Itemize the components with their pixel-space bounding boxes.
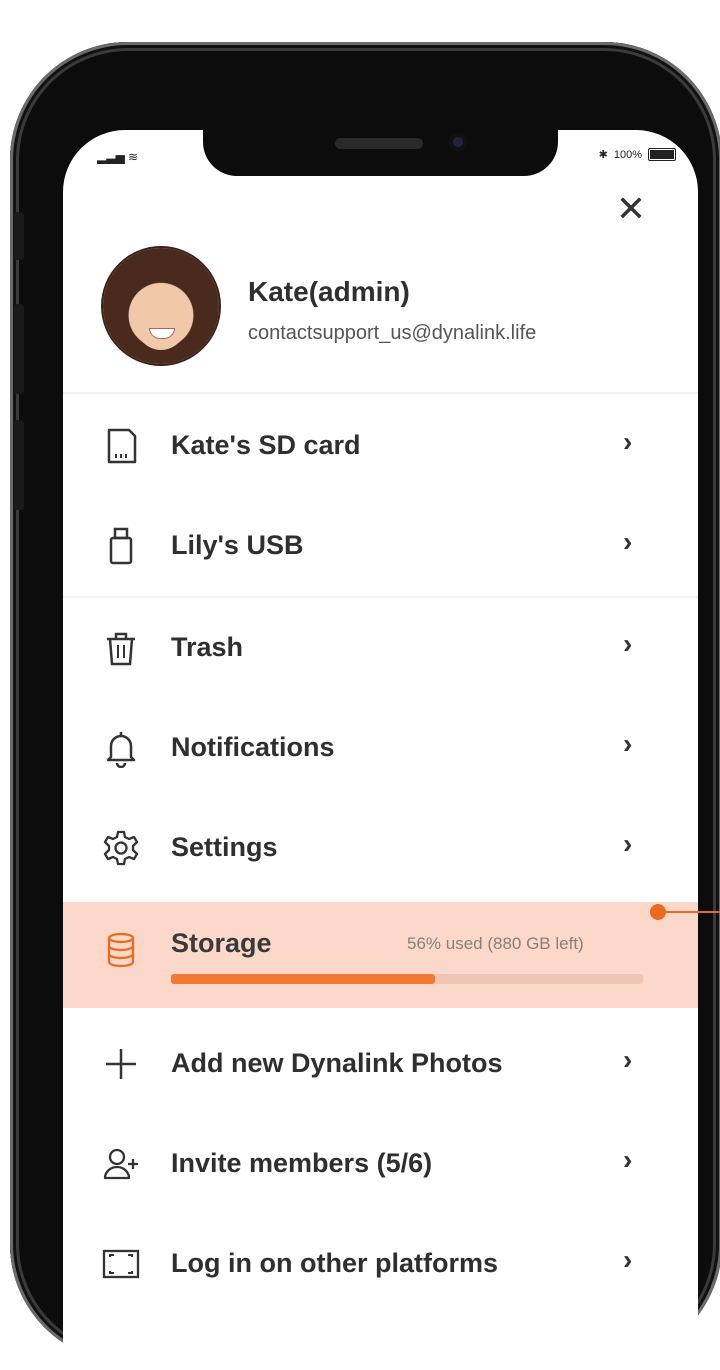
volume-down-button	[14, 420, 24, 510]
chevron-right-icon: ›	[623, 1244, 633, 1275]
database-icon	[107, 932, 135, 968]
gear-icon	[103, 830, 139, 866]
wifi-icon: ≋	[128, 150, 139, 164]
menu-item-notifications[interactable]: Notifications ›	[63, 698, 698, 798]
mute-switch	[14, 212, 24, 260]
menu-item-label: Storage	[171, 928, 272, 958]
menu-item-label: Trash	[171, 632, 244, 662]
front-camera	[449, 133, 467, 151]
menu-item-sd-card[interactable]: Kate's SD card ›	[63, 396, 698, 496]
chevron-right-icon: ›	[623, 1044, 633, 1075]
add-user-icon	[103, 1148, 138, 1180]
menu-item-label: Log in on other platforms	[171, 1248, 498, 1278]
volume-up-button	[14, 304, 24, 394]
battery-icon	[648, 148, 676, 161]
bluetooth-icon: ✱	[598, 149, 608, 161]
menu-item-label: Notifications	[171, 732, 335, 762]
battery-percent: 100%	[613, 148, 642, 161]
menu-item-label: Lily's USB	[171, 530, 304, 560]
menu-item-settings[interactable]: Settings ›	[63, 798, 698, 898]
status-bar-left: ▂▃▅ ≋	[97, 150, 138, 164]
divider	[63, 392, 698, 394]
avatar-face	[133, 284, 189, 350]
chevron-right-icon: ›	[623, 1144, 633, 1175]
sd-card-icon	[107, 428, 137, 464]
menu-item-usb[interactable]: Lily's USB ›	[63, 496, 698, 596]
menu-item-label: Add new Dynalink Photos	[171, 1048, 503, 1078]
storage-usage-text: 56% used (880 GB left)	[407, 934, 584, 953]
user-email: contactsupport_us@dynalink.life	[248, 322, 537, 344]
storage-progress-track	[171, 974, 643, 984]
menu-item-label: Kate's SD card	[171, 430, 361, 460]
plus-icon	[106, 1049, 136, 1079]
phone-frame: ▂▃▅ ≋ ✱ 100% ✕ Kate(admin) contactsuppor…	[10, 42, 720, 1370]
avatar[interactable]	[103, 248, 219, 364]
user-name: Kate(admin)	[248, 276, 410, 307]
signal-icon: ▂▃▅	[97, 150, 125, 164]
storage-progress-fill	[171, 974, 436, 984]
profile-header: Kate(admin) contactsupport_us@dynalink.l…	[103, 248, 683, 368]
speaker	[335, 138, 423, 149]
chevron-right-icon: ›	[623, 628, 633, 659]
menu-item-trash[interactable]: Trash ›	[63, 598, 698, 698]
trash-icon	[107, 632, 135, 666]
menu-item-label: Settings	[171, 832, 278, 862]
notch	[203, 130, 558, 176]
chevron-right-icon: ›	[623, 426, 633, 457]
chevron-right-icon: ›	[623, 728, 633, 759]
usb-drive-icon	[109, 527, 133, 565]
close-icon: ✕	[615, 188, 647, 229]
menu-item-label: Invite members (5/6)	[171, 1148, 433, 1178]
chevron-right-icon: ›	[623, 526, 633, 557]
app-screen: ▂▃▅ ≋ ✱ 100% ✕ Kate(admin) contactsuppor…	[63, 130, 698, 1370]
menu-item-storage[interactable]: Storage 56% used (880 GB left)	[63, 902, 698, 1008]
close-button[interactable]: ✕	[608, 186, 654, 232]
scan-icon	[102, 1249, 140, 1279]
bell-icon	[106, 732, 136, 768]
menu-item-login-other-platforms[interactable]: Log in on other platforms ›	[63, 1214, 698, 1314]
status-bar-right: ✱ 100%	[599, 148, 676, 161]
menu-item-invite-members[interactable]: Invite members (5/6) ›	[63, 1114, 698, 1214]
chevron-right-icon: ›	[623, 828, 633, 859]
callout-line	[664, 911, 720, 913]
menu-item-add-photos[interactable]: Add new Dynalink Photos ›	[63, 1014, 698, 1114]
